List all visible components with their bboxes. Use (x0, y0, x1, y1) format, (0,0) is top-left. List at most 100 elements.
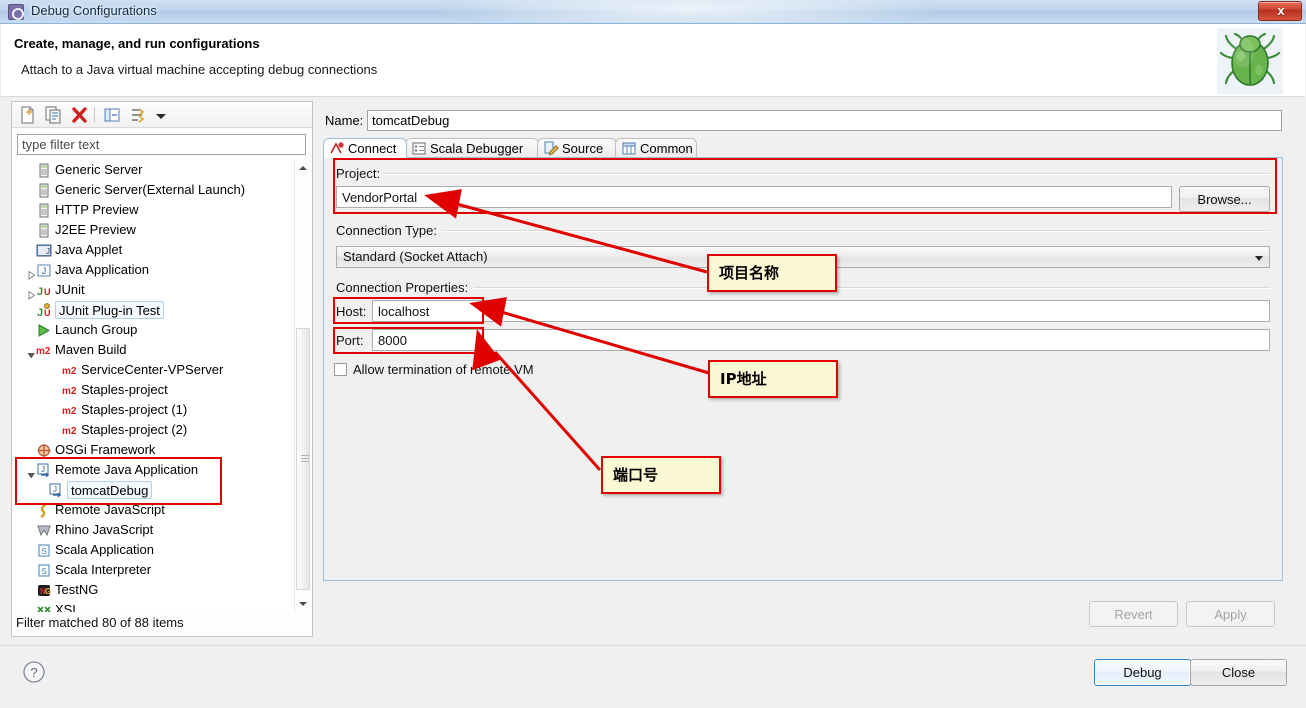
tab-common[interactable]: Common (615, 138, 697, 158)
svg-text:S: S (41, 547, 46, 556)
tree-item-remote-java-application[interactable]: J Remote Java Application (14, 460, 310, 480)
tree-item-label: OSGi Framework (55, 442, 156, 457)
port-input[interactable] (372, 329, 1270, 351)
tree-item-osgi-framework[interactable]: OSGi Framework (14, 440, 310, 460)
window-titlebar: Debug Configurations x (0, 0, 1306, 24)
tree-item-http-preview[interactable]: HTTP Preview (14, 200, 310, 220)
connection-type-value: Standard (Socket Attach) (343, 249, 488, 264)
filter-input[interactable] (17, 134, 306, 155)
connection-type-group-line (442, 230, 1270, 232)
filter-icon[interactable] (128, 105, 149, 125)
tree-item-rhino-javascript[interactable]: Rhino JavaScript (14, 520, 310, 540)
tree-item-label: HTTP Preview (55, 202, 139, 217)
name-label: Name: (325, 113, 364, 128)
configuration-tabs: Connect Scala Debugger Source Common (323, 138, 1283, 158)
callout-project-name-text: 项目名称 (719, 263, 780, 282)
maven-icon: m2 (62, 363, 78, 378)
tab-scala-debugger[interactable]: Scala Debugger (405, 138, 539, 158)
xsl-icon (36, 603, 52, 612)
host-input[interactable] (372, 300, 1270, 322)
debug-button[interactable]: Debug (1094, 659, 1191, 686)
twisty-expanded-icon[interactable] (27, 346, 36, 359)
twisty-collapsed-icon[interactable] (27, 286, 36, 300)
server-icon (36, 203, 52, 218)
java-applet-icon: J (36, 243, 52, 258)
tree-item-staples-project-2[interactable]: m2 Staples-project (2) (14, 420, 310, 440)
revert-button[interactable]: Revert (1089, 601, 1178, 627)
tree-item-launch-group[interactable]: Launch Group (14, 320, 310, 340)
tab-connect[interactable]: Connect (323, 138, 407, 158)
red-x-delete-icon[interactable] (69, 105, 90, 125)
connection-properties-group-line (474, 287, 1270, 289)
twisty-collapsed-icon[interactable] (27, 266, 36, 280)
tree-item-remote-javascript[interactable]: Remote JavaScript (14, 500, 310, 520)
tree-item-testng[interactable]: N G TestNG (14, 580, 310, 600)
tree-item-junit[interactable]: J U JUnit (14, 280, 310, 300)
tree-item-junit-plug-in-test[interactable]: J U JUnit Plug-in Test (14, 300, 310, 320)
dialog-header: Create, manage, and run configurations A… (1, 24, 1305, 97)
tree-item-label: JUnit (55, 282, 85, 297)
svg-text:m2: m2 (62, 406, 77, 417)
svg-text:J: J (37, 307, 43, 318)
source-icon (543, 141, 559, 156)
callout-ip-address: IP地址 (708, 360, 838, 398)
tree-item-label: Scala Application (55, 542, 155, 557)
scroll-down-arrow-icon[interactable] (295, 596, 311, 612)
tree-item-xsl[interactable]: XSL (14, 600, 310, 612)
tree-item-scala-application[interactable]: S Scala Application (14, 540, 310, 560)
tree-item-servicecenter-vpserver[interactable]: m2 ServiceCenter-VPServer (14, 360, 310, 380)
new-document-icon[interactable] (17, 105, 38, 125)
tree-item-j2ee-preview[interactable]: J2EE Preview (14, 220, 310, 240)
tree-item-generic-server[interactable]: Generic Server (14, 160, 310, 180)
junit-icon: JU (36, 283, 52, 298)
tree-item-label: Launch Group (55, 322, 138, 337)
tree-item-label: Remote JavaScript (55, 502, 165, 517)
tree-item-label: Staples-project (1) (81, 402, 188, 417)
tree-item-staples-project-1[interactable]: m2 Staples-project (1) (14, 400, 310, 420)
tree-item-label: Maven Build (55, 342, 127, 357)
remote-java-icon: J (36, 463, 52, 478)
tree-item-staples-project[interactable]: m2 Staples-project (14, 380, 310, 400)
connect-icon (329, 141, 344, 156)
close-button[interactable]: Close (1190, 659, 1287, 686)
tab-label: Connect (348, 141, 397, 156)
configurations-tree[interactable]: Generic Server Generic Server(External La… (14, 160, 310, 612)
allow-termination-checkbox[interactable] (334, 363, 347, 376)
tree-item-maven-build[interactable]: m2 Maven Build (14, 340, 310, 360)
remote-js-icon (36, 503, 52, 519)
tree-item-java-applet[interactable]: J Java Applet (14, 240, 310, 260)
tree-item-tomcatdebug[interactable]: JtomcatDebug (14, 480, 310, 500)
tree-item-scala-interpreter[interactable]: S Scala Interpreter (14, 560, 310, 580)
launch-group-icon (36, 323, 52, 338)
apply-button[interactable]: Apply (1186, 601, 1275, 627)
tree-item-label: Remote Java Application (55, 462, 199, 477)
tree-vertical-scrollbar[interactable] (294, 160, 310, 612)
testng-icon: NG (36, 583, 52, 598)
tree-item-label: Java Application (55, 262, 149, 277)
tree-item-java-application[interactable]: J Java Application (14, 260, 310, 280)
tree-item-label: Generic Server (55, 162, 143, 177)
browse-button[interactable]: Browse... (1179, 186, 1270, 212)
tree-item-label: Rhino JavaScript (55, 522, 154, 537)
chevron-down-icon[interactable] (150, 105, 171, 125)
help-question-icon[interactable]: ? (22, 660, 46, 684)
callout-ip-address-text: IP地址 (720, 369, 767, 388)
scrollbar-thumb[interactable] (296, 328, 310, 590)
window-close-button[interactable]: x (1258, 1, 1302, 21)
collapse-all-icon[interactable] (102, 105, 123, 125)
tab-source[interactable]: Source (537, 138, 617, 158)
callout-project-name: 项目名称 (707, 254, 837, 292)
twisty-expanded-icon[interactable] (27, 466, 36, 479)
copy-icon[interactable] (43, 105, 64, 125)
tree-item-label: XSL (55, 602, 80, 612)
project-input[interactable] (336, 186, 1172, 208)
scroll-up-arrow-icon[interactable] (295, 160, 311, 176)
svg-text:m2: m2 (62, 426, 77, 437)
svg-text:m2: m2 (36, 346, 51, 357)
tree-item-label: Scala Interpreter (55, 562, 152, 577)
scala-icon: S (36, 543, 52, 558)
project-group-label: Project: (336, 166, 385, 181)
tree-item-generic-server-external-launch[interactable]: Generic Server(External Launch) (14, 180, 310, 200)
port-label: Port: (336, 333, 368, 348)
configuration-name-input[interactable] (367, 110, 1282, 131)
